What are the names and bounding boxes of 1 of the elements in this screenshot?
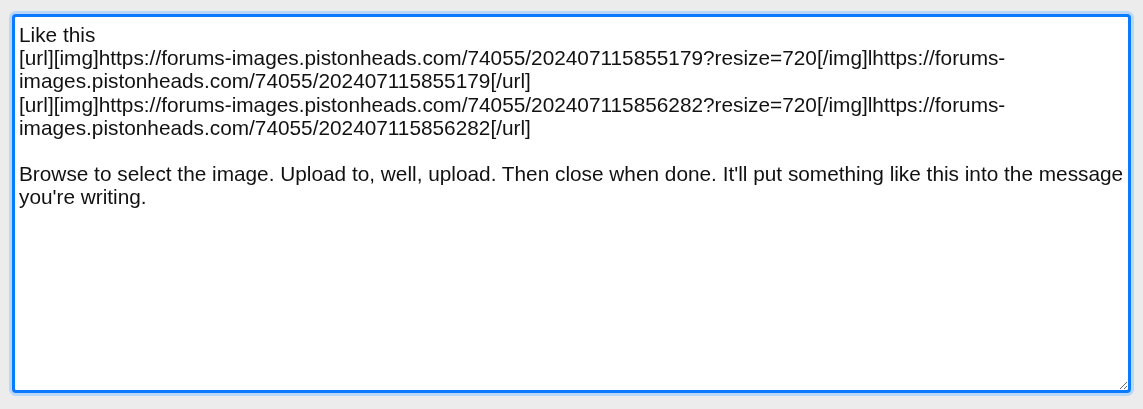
message-input-field[interactable]: Like this [url][img]https://forums-images.pistonheads.com/74055/202407115855179?resize=720[/img]lhttps://forums-images.pistonheads.com/74055/202407115855179[/url] [url][img]https://forums-images.pistonheads.com/74055/202407115856282?resize=720[/img]lhttps://forums-images.pistonheads.com/74055/202407115856282[/url] Browse to select the image. Upload to, well, upload. Then close when done. It'll put something like this into the message you're writing. xyxy=(12,14,1131,393)
